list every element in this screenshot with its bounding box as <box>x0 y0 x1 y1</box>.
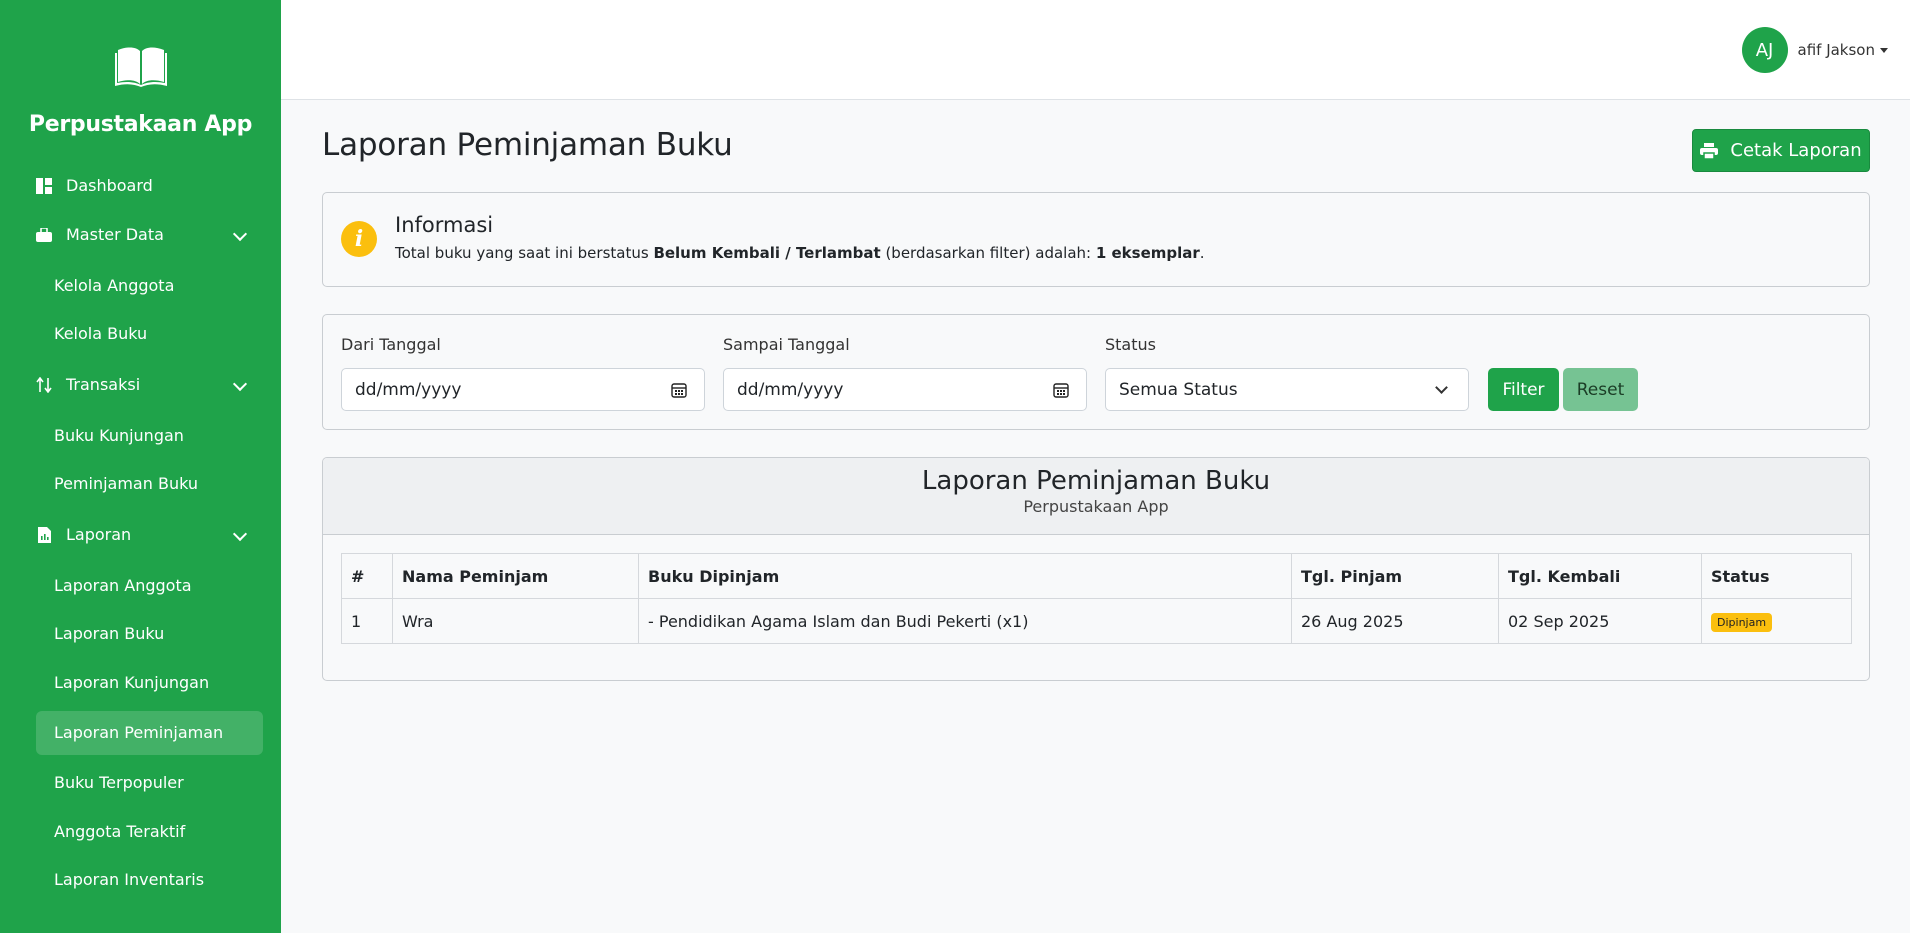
sidebar-item-kelola-buku[interactable]: Kelola Buku <box>36 310 263 359</box>
dashboard-icon <box>36 177 52 194</box>
calendar-icon[interactable] <box>671 382 687 398</box>
open-book-icon <box>114 47 167 87</box>
topbar: AJ afif Jakson <box>281 0 1910 100</box>
sidebar-item-label: Laporan Anggota <box>54 575 192 595</box>
printer-icon <box>1700 142 1719 159</box>
sidebar-item-label: Laporan Peminjaman <box>54 723 224 742</box>
sidebar-item-dashboard[interactable]: Dashboard <box>36 163 263 208</box>
table-header-row: # Nama Peminjam Buku Dipinjam Tgl. Pinja… <box>341 553 1852 599</box>
info-status-highlight: Belum Kembali / Terlambat <box>653 244 881 262</box>
to-date-value: dd/mm/yyyy <box>737 379 844 400</box>
to-date-input[interactable]: dd/mm/yyyy <box>723 368 1087 411</box>
sidebar-item-laporan-peminjaman[interactable]: Laporan Peminjaman <box>36 710 263 755</box>
chevron-down-icon <box>232 526 248 541</box>
sidebar-item-master-data[interactable]: Master Data <box>36 208 263 261</box>
sidebar-item-peminjaman-buku[interactable]: Peminjaman Buku <box>36 460 263 509</box>
table-row: 1 Wra - Pendidikan Agama Islam dan Budi … <box>341 598 1852 644</box>
to-date-label: Sampai Tanggal <box>723 335 850 354</box>
sidebar-item-label: Anggota Teraktif <box>54 821 186 841</box>
report-title: Laporan Peminjaman Buku <box>921 466 1271 496</box>
info-count-highlight: 1 eksemplar <box>1095 244 1200 262</box>
status-select-value: Semua Status <box>1119 379 1238 400</box>
sidebar-item-transaksi[interactable]: Transaksi <box>36 358 263 411</box>
info-text-part: (berdasarkan filter) adalah: <box>880 244 1096 262</box>
sidebar-item-label: Peminjaman Buku <box>54 474 198 494</box>
swap-arrows-icon <box>36 376 52 393</box>
sidebar-item-label: Kelola Buku <box>54 324 148 344</box>
sidebar-item-label: Laporan Inventaris <box>54 870 205 890</box>
sidebar-item-label: Buku Kunjungan <box>54 425 184 445</box>
column-header: Buku Dipinjam <box>638 553 1292 599</box>
info-alert: i Informasi Total buku yang saat ini ber… <box>322 192 1870 287</box>
info-icon: i <box>341 221 377 257</box>
brand[interactable]: Perpustakaan App <box>0 0 281 137</box>
sidebar-item-laporan[interactable]: Laporan <box>36 508 263 561</box>
column-header: Tgl. Pinjam <box>1291 553 1499 599</box>
page-title: Laporan Peminjaman Buku <box>322 127 733 163</box>
report-card: Laporan Peminjaman Buku Perpustakaan App… <box>322 457 1870 681</box>
sidebar-item-label: Laporan Buku <box>54 624 165 644</box>
sidebar-item-label: Kelola Anggota <box>54 275 175 295</box>
column-header: Tgl. Kembali <box>1498 553 1702 599</box>
info-title: Informasi <box>395 213 494 237</box>
sidebar-item-label: Buku Terpopuler <box>54 773 184 793</box>
borrow-date: 26 Aug 2025 <box>1291 598 1499 644</box>
status-cell: Dipinjam <box>1701 598 1852 644</box>
brand-title: Perpustakaan App <box>28 112 253 137</box>
status-badge: Dipinjam <box>1711 612 1773 632</box>
sidebar-item-kelola-anggota[interactable]: Kelola Anggota <box>36 261 263 310</box>
sidebar-item-laporan-buku[interactable]: Laporan Buku <box>36 610 263 659</box>
print-report-button[interactable]: Cetak Laporan <box>1692 129 1870 172</box>
report-subtitle: Perpustakaan App <box>1023 497 1169 516</box>
info-text-part: . <box>1199 244 1205 262</box>
sidebar-item-anggota-teraktif[interactable]: Anggota Teraktif <box>36 807 263 856</box>
caret-down-icon[interactable] <box>1880 47 1888 53</box>
sidebar-item-label: Laporan <box>66 525 132 544</box>
from-date-value: dd/mm/yyyy <box>355 379 462 400</box>
print-report-label: Cetak Laporan <box>1730 140 1862 161</box>
column-header: Nama Peminjam <box>392 553 639 599</box>
calendar-icon[interactable] <box>1053 382 1069 398</box>
chevron-down-icon <box>232 226 248 241</box>
sidebar-item-label: Transaksi <box>66 375 141 394</box>
sidebar-item-laporan-kunjungan[interactable]: Laporan Kunjungan <box>36 658 263 707</box>
report-header: Laporan Peminjaman Buku Perpustakaan App <box>323 458 1869 535</box>
chevron-down-icon <box>1435 381 1448 394</box>
return-date: 02 Sep 2025 <box>1498 598 1702 644</box>
info-text-part: Total buku yang saat ini berstatus <box>395 244 654 262</box>
sidebar-item-label: Laporan Kunjungan <box>54 672 210 692</box>
column-header: # <box>341 553 393 599</box>
filter-button[interactable]: Filter <box>1488 368 1559 411</box>
username[interactable]: afif Jakson <box>1798 41 1876 59</box>
chevron-down-icon <box>232 376 248 391</box>
user-menu[interactable]: AJ afif Jakson <box>1741 27 1888 73</box>
sidebar: Perpustakaan App Dashboard Master Data K… <box>0 0 281 933</box>
sidebar-item-label: Master Data <box>66 225 164 244</box>
sidebar-item-laporan-inventaris[interactable]: Laporan Inventaris <box>36 856 263 905</box>
reset-button[interactable]: Reset <box>1563 368 1638 411</box>
status-label: Status <box>1105 335 1156 354</box>
briefcase-icon <box>36 227 52 243</box>
filter-panel: Dari Tanggal dd/mm/yyyy Sampai Tanggal d… <box>322 314 1870 430</box>
sidebar-item-buku-kunjungan[interactable]: Buku Kunjungan <box>36 411 263 460</box>
status-select[interactable]: Semua Status <box>1105 368 1469 411</box>
sidebar-item-laporan-anggota[interactable]: Laporan Anggota <box>36 561 263 610</box>
report-icon <box>36 526 52 543</box>
borrower-name: Wra <box>392 598 639 644</box>
sidebar-nav: Dashboard Master Data Kelola Anggota Kel… <box>0 163 281 904</box>
from-date-label: Dari Tanggal <box>341 335 441 354</box>
sidebar-item-buku-terpopuler[interactable]: Buku Terpopuler <box>36 759 263 808</box>
column-header: Status <box>1701 553 1852 599</box>
row-number: 1 <box>341 598 393 644</box>
sidebar-item-label: Dashboard <box>66 176 153 195</box>
borrowed-books: - Pendidikan Agama Islam dan Budi Pekert… <box>638 598 1292 644</box>
info-text: Total buku yang saat ini berstatus Belum… <box>395 244 1205 262</box>
avatar[interactable]: AJ <box>1741 27 1788 73</box>
report-table: # Nama Peminjam Buku Dipinjam Tgl. Pinja… <box>341 553 1852 644</box>
from-date-input[interactable]: dd/mm/yyyy <box>341 368 705 411</box>
